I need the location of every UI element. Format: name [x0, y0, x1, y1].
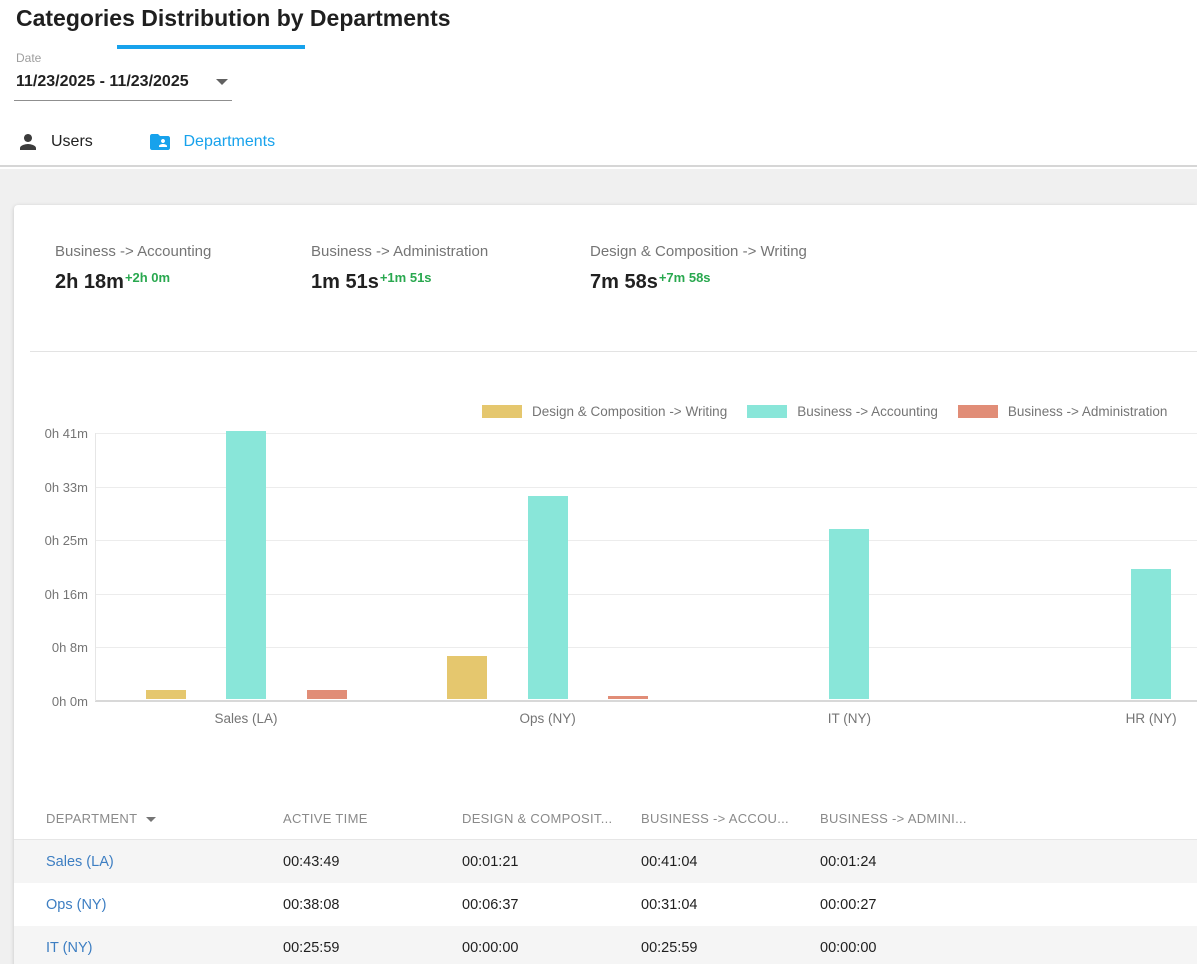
legend-item-administration[interactable]: Business -> Administration — [958, 404, 1167, 419]
tab-users[interactable]: Users — [0, 119, 118, 165]
stat-design-writing: Design & Composition -> Writing 7m 58s+7… — [590, 243, 807, 294]
time-cell: 00:41:04 — [641, 854, 820, 870]
departments-table: DEPARTMENTACTIVE TIMEDESIGN & COMPOSIT..… — [14, 797, 1197, 964]
time-cell: 00:00:27 — [820, 897, 1197, 913]
y-axis-line — [95, 433, 96, 701]
date-range-picker[interactable]: 11/23/2025 - 11/23/2025 — [16, 73, 228, 91]
column-header: BUSINESS -> ADMINI... — [820, 811, 1197, 826]
y-tick-label: 0h 25m — [14, 533, 88, 548]
page-title: Categories Distribution by Departments — [16, 5, 451, 32]
chevron-down-icon — [216, 79, 228, 85]
sort-descending-icon — [146, 817, 156, 822]
date-field-underline — [14, 100, 232, 101]
active-tab-indicator — [117, 45, 305, 49]
column-header: DESIGN & COMPOSIT... — [462, 811, 641, 826]
column-header: ACTIVE TIME — [283, 811, 462, 826]
legend-label: Design & Composition -> Writing — [532, 404, 727, 419]
stat-delta: +1m 51s — [380, 270, 432, 285]
stat-delta: +7m 58s — [659, 270, 711, 285]
legend-swatch — [958, 405, 998, 418]
date-filter-label: Date — [16, 51, 41, 65]
time-cell: 00:00:00 — [462, 940, 641, 956]
table-body: Sales (LA) 00:43:4900:01:2100:41:0400:01:… — [14, 840, 1197, 964]
folder-shared-icon — [148, 130, 172, 154]
stat-label: Business -> Accounting — [55, 243, 211, 260]
bar-Sales (LA)-Business -> Administration[interactable] — [307, 690, 347, 699]
dashboard-screen: Categories Distribution by Departments D… — [0, 0, 1197, 964]
y-tick-label: 0h 33m — [14, 480, 88, 495]
legend-swatch — [482, 405, 522, 418]
bar-Ops (NY)-Design & Composition -> Writing[interactable] — [447, 656, 487, 699]
tab-departments[interactable]: Departments — [118, 119, 306, 165]
department-link[interactable]: IT (NY) — [46, 940, 92, 956]
legend-label: Business -> Administration — [1008, 404, 1167, 419]
stat-label: Business -> Administration — [311, 243, 488, 260]
stat-value: 2h 18m — [55, 271, 124, 293]
table-row: IT (NY)00:25:5900:00:0000:25:5900:00:00 — [14, 926, 1197, 964]
time-cell: 00:25:59 — [283, 940, 462, 956]
column-header: BUSINESS -> ACCOU... — [641, 811, 820, 826]
x-axis-label: Sales (LA) — [166, 711, 326, 726]
time-cell: 00:31:04 — [641, 897, 820, 913]
stat-value: 1m 51s — [311, 271, 379, 293]
bar-HR (NY)-Business -> Accounting[interactable] — [1131, 569, 1171, 699]
tab-bar: Users Departments — [0, 119, 1197, 167]
time-cell: 00:43:49 — [283, 854, 462, 870]
gridline — [95, 700, 1197, 702]
tab-departments-label: Departments — [183, 133, 275, 151]
report-card: Business -> Accounting 2h 18m+2h 0m Busi… — [14, 205, 1197, 964]
department-link[interactable]: Ops (NY) — [46, 897, 106, 913]
person-icon — [16, 130, 40, 154]
y-tick-label: 0h 16m — [14, 587, 88, 602]
bar-IT (NY)-Business -> Accounting[interactable] — [829, 529, 869, 699]
department-link[interactable]: Sales (LA) — [46, 854, 114, 870]
bar-Sales (LA)-Business -> Accounting[interactable] — [226, 431, 266, 699]
x-axis-label: Ops (NY) — [468, 711, 628, 726]
y-tick-label: 0h 8m — [14, 640, 88, 655]
bar-Ops (NY)-Business -> Administration[interactable] — [608, 696, 648, 699]
tab-users-label: Users — [51, 133, 93, 151]
stat-business-accounting: Business -> Accounting 2h 18m+2h 0m — [55, 243, 211, 294]
y-tick-label: 0h 41m — [14, 426, 88, 441]
legend-item-accounting[interactable]: Business -> Accounting — [747, 404, 938, 419]
table-row: Sales (LA) 00:43:4900:01:2100:41:0400:01:… — [14, 840, 1197, 883]
column-header[interactable]: DEPARTMENT — [46, 811, 283, 826]
stat-business-administration: Business -> Administration 1m 51s+1m 51s — [311, 243, 488, 294]
bar-Sales (LA)-Design & Composition -> Writing[interactable] — [146, 690, 186, 699]
stat-label: Design & Composition -> Writing — [590, 243, 807, 260]
stat-delta: +2h 0m — [125, 270, 170, 285]
legend-item-writing[interactable]: Design & Composition -> Writing — [482, 404, 727, 419]
x-axis-label: IT (NY) — [769, 711, 929, 726]
time-cell: 00:06:37 — [462, 897, 641, 913]
chart-plot: Sales (LA)Ops (NY)IT (NY)HR (NY) — [95, 433, 1197, 701]
table-header-row: DEPARTMENTACTIVE TIMEDESIGN & COMPOSIT..… — [14, 797, 1197, 840]
time-cell: 00:01:21 — [462, 854, 641, 870]
legend-label: Business -> Accounting — [797, 404, 938, 419]
x-axis-label: HR (NY) — [1071, 711, 1197, 726]
stat-value: 7m 58s — [590, 271, 658, 293]
divider — [30, 351, 1197, 352]
chart-legend: Design & Composition -> Writing Business… — [482, 404, 1167, 419]
bar-Ops (NY)-Business -> Accounting[interactable] — [528, 496, 568, 699]
y-tick-label: 0h 0m — [14, 694, 88, 709]
time-cell: 00:00:00 — [820, 940, 1197, 956]
time-cell: 00:25:59 — [641, 940, 820, 956]
legend-swatch — [747, 405, 787, 418]
date-range-value: 11/23/2025 - 11/23/2025 — [16, 73, 189, 91]
time-cell: 00:01:24 — [820, 854, 1197, 870]
table-row: Ops (NY) 00:38:0800:06:3700:31:0400:00:27 — [14, 883, 1197, 926]
y-axis-labels: 0h 41m0h 33m0h 25m0h 16m0h 8m0h 0m — [14, 433, 88, 701]
time-cell: 00:38:08 — [283, 897, 462, 913]
